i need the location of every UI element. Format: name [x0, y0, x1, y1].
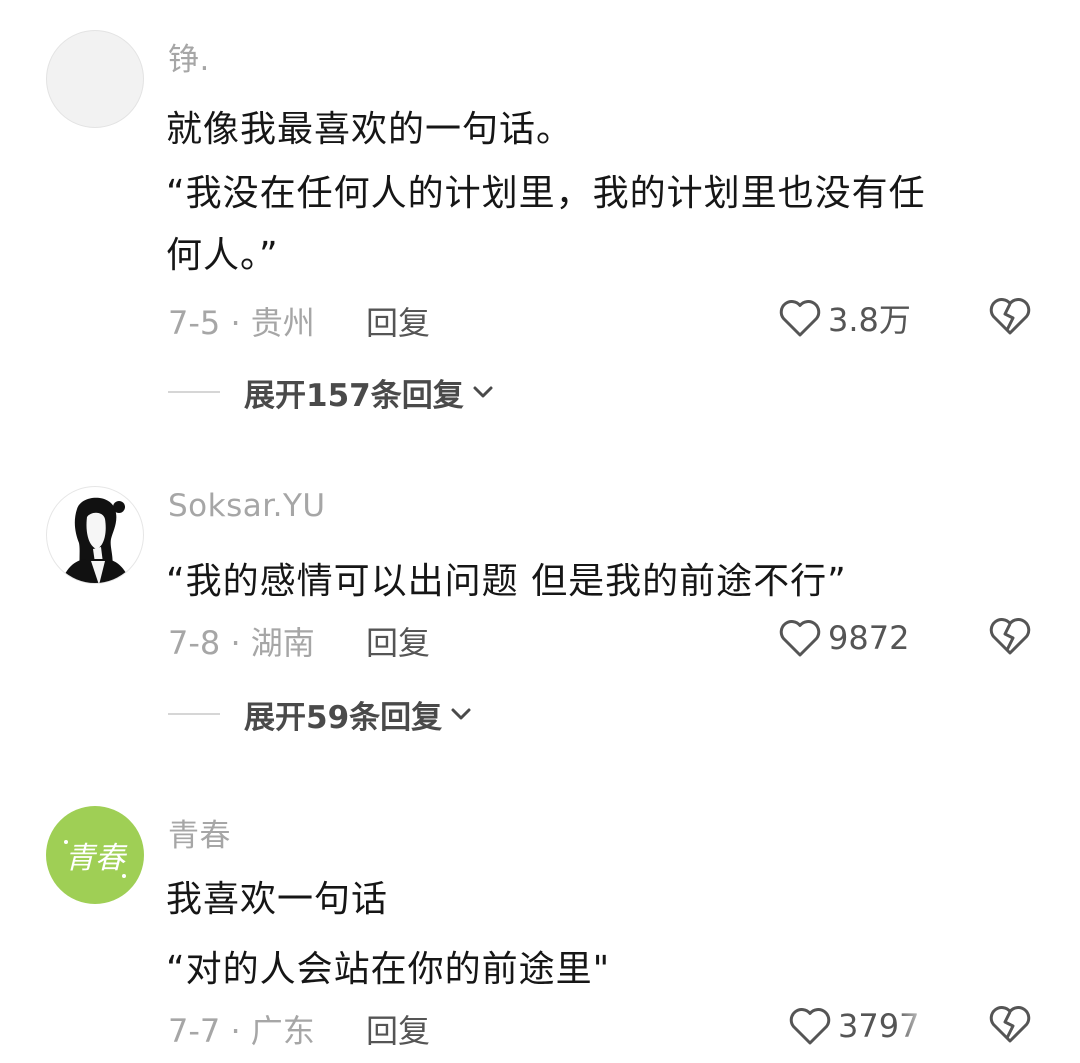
avatar-calligraphy-text: 青春 [65, 841, 128, 876]
comment-date-location: 7-7 · 广东 [168, 1012, 315, 1050]
like-count: 3.8万 [828, 301, 911, 339]
username[interactable]: 青春 [168, 810, 231, 855]
reply-button[interactable]: 回复 [366, 618, 430, 664]
expand-replies-button[interactable]: 展开59条回复 [168, 694, 472, 736]
comment-text-line: “对的人会站在你的前途里" [166, 949, 611, 990]
reply-button[interactable]: 回复 [366, 1006, 430, 1052]
comment-date-location: 7-5 · 贵州 [168, 304, 315, 342]
sketch-girl-avatar-icon [61, 497, 131, 583]
username[interactable]: 铮. [168, 34, 210, 79]
heart-outline-icon [789, 1008, 831, 1045]
avatar[interactable] [46, 486, 144, 584]
comment-text-line: “我没在任何人的计划里，我的计划里也没有任 [166, 173, 926, 214]
comment-date-location: 7-8 · 湖南 [168, 624, 315, 662]
divider [168, 391, 220, 393]
expand-replies-label: 展开59条回复 [244, 699, 443, 736]
reply-button[interactable]: 回复 [366, 298, 430, 344]
like-button[interactable]: 9872 [778, 616, 909, 660]
username[interactable]: Soksar.YU [168, 488, 326, 524]
watermark-fade [896, 1006, 986, 1052]
broken-heart-icon[interactable] [988, 616, 1032, 656]
chevron-down-icon [473, 386, 493, 398]
green-calligraphy-avatar-icon: 青春 [64, 840, 128, 878]
comment-text-line: “我的感情可以出问题 但是我的前途不行” [166, 561, 847, 602]
expand-replies-button[interactable]: 展开157条回复 [168, 372, 494, 414]
chevron-down-icon [451, 708, 471, 720]
comment-text-line: 我喜欢一句话 [166, 879, 389, 920]
avatar[interactable]: 青春 [46, 806, 144, 904]
avatar[interactable] [46, 30, 144, 128]
comment-text-line: 何人。” [166, 235, 279, 276]
comment-text-line: 就像我最喜欢的一句话。 [166, 109, 574, 150]
broken-heart-icon[interactable] [988, 296, 1032, 336]
broken-heart-icon[interactable] [988, 1004, 1032, 1044]
like-button[interactable]: 3.8万 [778, 296, 911, 340]
divider [168, 713, 220, 715]
expand-replies-label: 展开157条回复 [244, 377, 464, 414]
heart-outline-icon [779, 620, 821, 657]
like-count: 9872 [828, 619, 910, 657]
heart-outline-icon [779, 300, 821, 337]
